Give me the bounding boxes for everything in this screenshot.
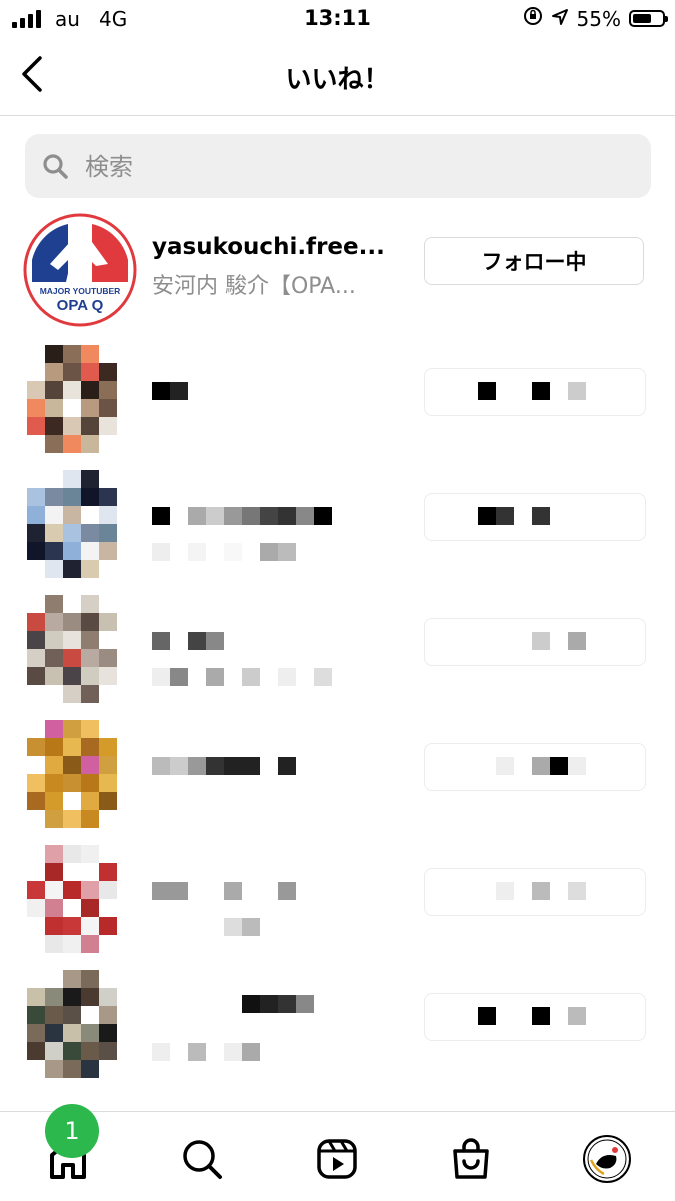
full-name: 安河内 駿介【OPA... [152,274,356,299]
username-redacted [152,995,314,1013]
list-item[interactable] [0,330,675,453]
full-name-redacted [152,1043,260,1061]
battery-percent: 55% [576,6,621,31]
list-item[interactable] [0,705,675,828]
full-name-redacted [152,918,260,936]
full-name-redacted [152,668,332,686]
avatar-text-bottom: OPA Q [57,297,104,314]
button-label-redacted [478,632,586,650]
avatar[interactable] [27,595,117,703]
button-label-redacted [478,382,586,400]
button-label-redacted [478,1007,586,1025]
avatar[interactable] [27,345,117,453]
avatar[interactable] [27,845,117,953]
shop-icon [453,1138,489,1179]
username-redacted [152,632,224,650]
list-item[interactable] [0,580,675,703]
avatar[interactable]: MAJOR YOUTUBER OPA Q [22,212,138,328]
search-input[interactable] [83,134,627,200]
notification-badge: 1 [45,1104,99,1158]
username[interactable]: yasukouchi.free... [152,234,385,260]
tab-search[interactable] [177,1134,227,1184]
avatar-text-top: MAJOR YOUTUBER [40,286,121,296]
tab-bar [0,1111,675,1201]
button-label-redacted [478,757,586,775]
full-name-redacted [152,543,314,561]
search-icon [43,154,68,179]
avatar[interactable] [27,470,117,578]
list-item[interactable] [0,830,675,953]
avatar[interactable] [27,720,117,828]
following-button[interactable]: フォロー中 [424,237,644,285]
reels-icon [317,1139,357,1179]
username-redacted [152,757,296,775]
tab-profile[interactable] [582,1134,632,1184]
page-title: いいね！ [285,65,390,95]
list-item[interactable] [0,455,675,578]
username-redacted [152,507,332,525]
battery-icon [629,10,668,27]
username-redacted [152,382,188,400]
status-bar: au 4G 13:11 55% [0,0,675,38]
profile-icon [583,1135,631,1183]
button-label-redacted [478,507,550,525]
list-item[interactable]: MAJOR YOUTUBER OPA Q yasukouchi.free... … [0,208,675,328]
tab-reels[interactable] [312,1134,362,1184]
header: いいね！ [0,38,675,116]
avatar[interactable] [27,970,117,1078]
rotation-lock-icon [523,6,543,31]
button-label-redacted [478,882,586,900]
tab-shop[interactable] [446,1134,496,1184]
location-arrow-icon [551,7,569,31]
username-redacted [152,882,296,900]
search-icon [183,1140,222,1179]
search-bar[interactable] [25,134,651,200]
list-item[interactable] [0,955,675,1078]
